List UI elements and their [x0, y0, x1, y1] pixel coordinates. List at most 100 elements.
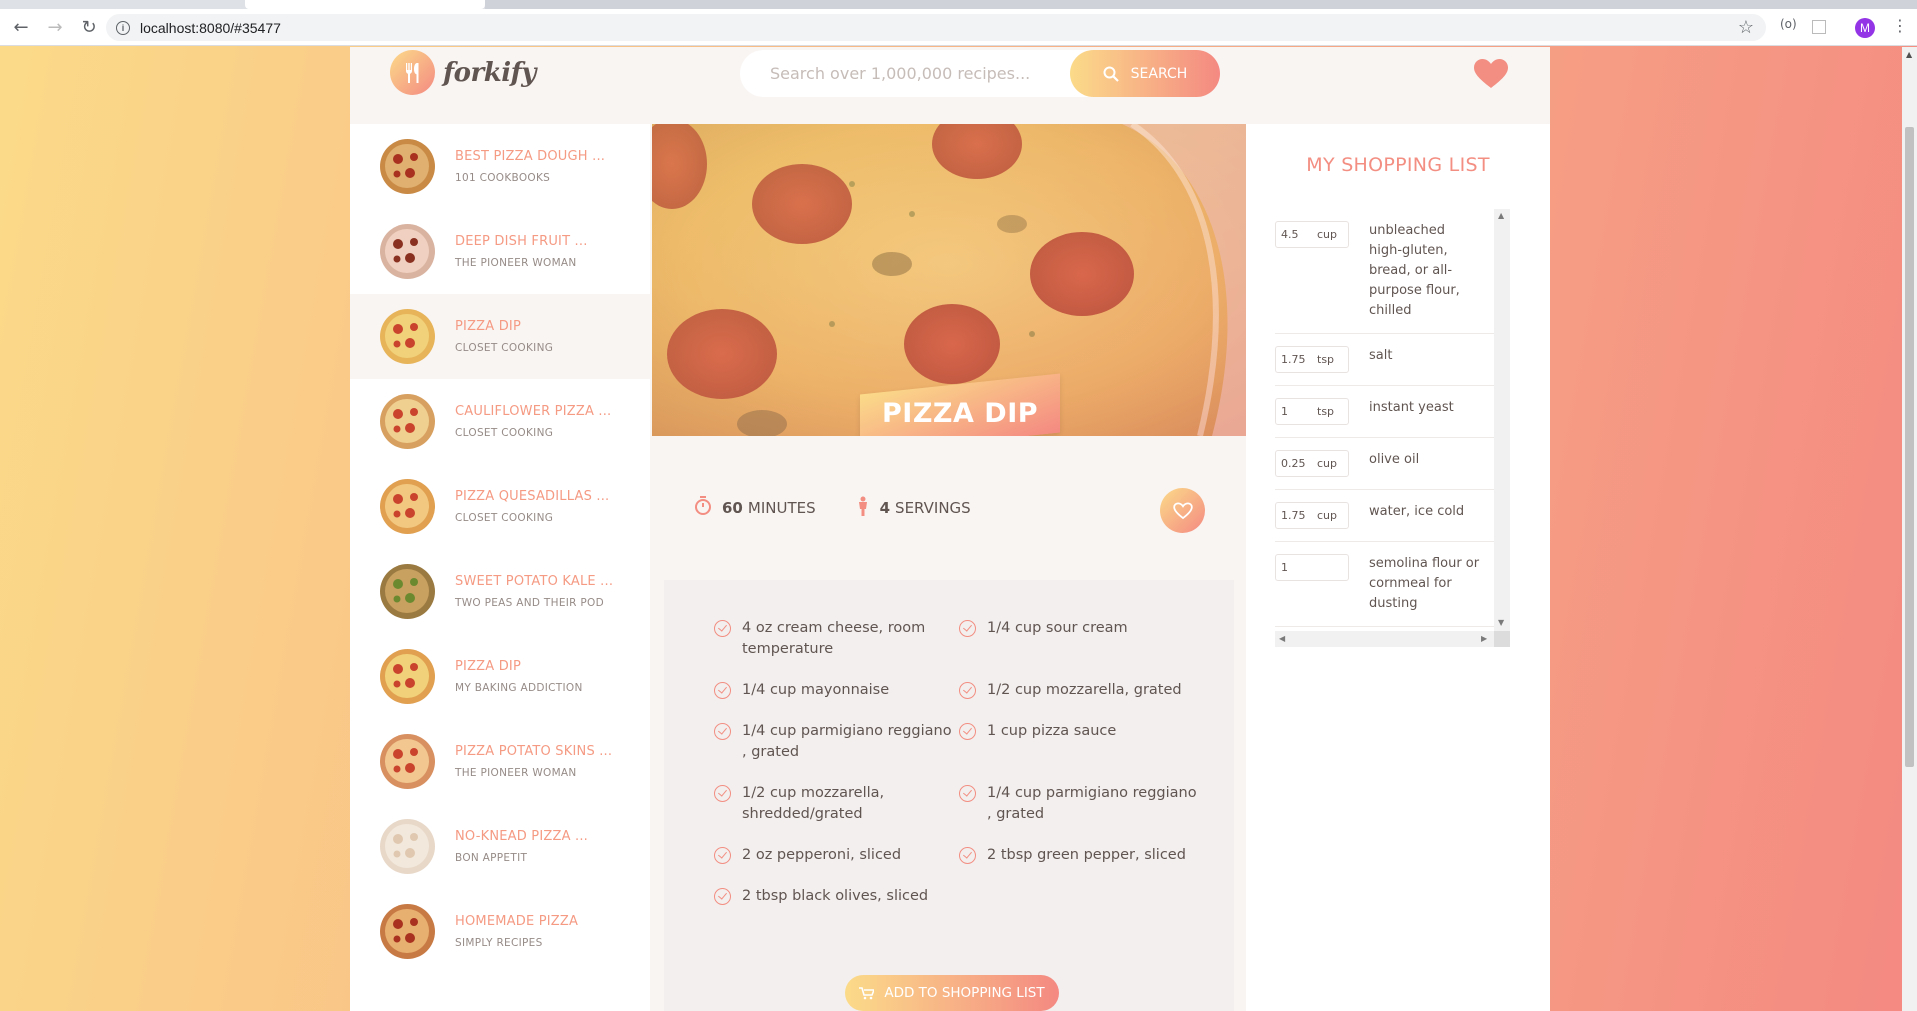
back-icon[interactable]: ←	[8, 14, 34, 40]
ingredient-text: 1/2 cup mozzarella, grated	[987, 682, 1182, 698]
page-scrollbar[interactable]: ▲	[1902, 47, 1917, 1011]
result-item[interactable]: PIZZA DIP MY BAKING ADDICTION	[350, 634, 650, 719]
result-item[interactable]: PIZZA QUESADILLAS ... CLOSET COOKING	[350, 464, 650, 549]
check-icon	[714, 847, 731, 864]
shopping-item-count[interactable]: 0.25 cup	[1275, 450, 1349, 477]
shopping-item-count-value: 1.75	[1281, 353, 1306, 366]
result-item[interactable]: BEST PIZZA DOUGH ... 101 COOKBOOKS	[350, 124, 650, 209]
logo[interactable]: forkify	[390, 50, 536, 95]
shopping-item-count[interactable]: 1.75 cup	[1275, 502, 1349, 529]
ingredient-text: 1/4 cup sour cream	[987, 620, 1128, 636]
result-item[interactable]: SWEET POTATO KALE ... TWO PEAS AND THEIR…	[350, 549, 650, 634]
scroll-up-icon[interactable]: ▲	[1906, 50, 1912, 59]
shopping-item-count[interactable]: 1	[1275, 554, 1349, 581]
shopping-list-title: MY SHOPPING LIST	[1306, 154, 1490, 176]
result-author: TWO PEAS AND THEIR POD	[455, 597, 604, 609]
shopping-horizontal-scrollbar[interactable]: ◀ ▶	[1275, 631, 1494, 647]
result-title: PIZZA POTATO SKINS ...	[455, 744, 613, 759]
shopping-item-description: water, ice cold	[1369, 504, 1465, 519]
recipe-like-button[interactable]	[1160, 488, 1205, 533]
recipe-panel: PIZZA DIP 60 MINUTES 4 SERVINGS 4 oz cre…	[652, 124, 1246, 1011]
check-icon	[959, 723, 976, 740]
extension-icon[interactable]: (o)	[1780, 17, 1797, 31]
shopping-item-count-value: 1	[1281, 405, 1288, 418]
shopping-list-scroll[interactable]: 4.5 cup unbleached high-gluten, bread, o…	[1275, 209, 1510, 649]
result-title: PIZZA DIP	[455, 659, 521, 674]
extension-box-icon[interactable]	[1812, 20, 1826, 34]
search-button[interactable]: SEARCH	[1070, 50, 1220, 97]
result-title: DEEP DISH FRUIT ...	[455, 234, 588, 249]
browser-tab-inactive[interactable]	[485, 0, 1917, 9]
shopping-item-description: semolina flour or cornmeal for dusting	[1369, 556, 1480, 611]
page-scroll-thumb[interactable]	[1905, 127, 1914, 767]
add-to-shopping-list-label: ADD TO SHOPPING LIST	[884, 985, 1045, 1001]
ingredient-text: 4 oz cream cheese, room temperature	[742, 620, 926, 657]
result-author: BON APPETIT	[455, 852, 528, 864]
ingredient-text: 1/4 cup parmigiano reggiano , grated	[987, 785, 1197, 822]
shopping-item: 1.75 cup water, ice cold	[1275, 490, 1494, 542]
site-info-icon[interactable]: i	[116, 20, 130, 35]
result-thumbnail	[380, 904, 435, 959]
shopping-vertical-scrollbar[interactable]: ▲ ▼	[1494, 209, 1510, 631]
result-title: CAULIFLOWER PIZZA ...	[455, 404, 612, 419]
result-text: SWEET POTATO KALE ... TWO PEAS AND THEIR…	[455, 574, 613, 609]
result-author: MY BAKING ADDICTION	[455, 682, 583, 694]
shopping-item-count[interactable]: 1 tsp	[1275, 398, 1349, 425]
forward-icon[interactable]: →	[42, 14, 68, 40]
result-item[interactable]: PIZZA DIP CLOSET COOKING	[350, 294, 650, 379]
shopping-list: 4.5 cup unbleached high-gluten, bread, o…	[1275, 209, 1494, 627]
shopping-item: 0.25 cup olive oil	[1275, 438, 1494, 490]
recipe-details: 60 MINUTES 4 SERVINGS	[664, 436, 1234, 580]
shopping-item-description: salt	[1369, 348, 1393, 363]
recipe-servings-label: SERVINGS	[895, 499, 971, 517]
search-input[interactable]	[740, 64, 1070, 83]
result-author: CLOSET COOKING	[455, 342, 554, 354]
result-title: PIZZA DIP	[455, 319, 521, 334]
person-icon	[856, 496, 870, 521]
result-title: SWEET POTATO KALE ...	[455, 574, 614, 589]
reload-icon[interactable]: ↻	[76, 14, 102, 40]
result-item[interactable]: NO-KNEAD PIZZA ... BON APPETIT	[350, 804, 650, 889]
result-item[interactable]: PIZZA POTATO SKINS ... THE PIONEER WOMAN	[350, 719, 650, 804]
shopping-vertical-thumb[interactable]	[1497, 225, 1507, 613]
ingredient-item: 2 oz pepperoni, sliced	[714, 845, 959, 866]
result-item[interactable]: HOMEMADE PIZZA SIMPLY RECIPES	[350, 889, 650, 974]
fork-knife-icon	[390, 50, 435, 95]
result-thumbnail	[380, 649, 435, 704]
result-text: BEST PIZZA DOUGH ... 101 COOKBOOKS	[455, 149, 605, 184]
recipe-minutes-label: MINUTES	[747, 499, 816, 517]
search-button-label: SEARCH	[1130, 65, 1188, 82]
result-item[interactable]: DEEP DISH FRUIT ... THE PIONEER WOMAN	[350, 209, 650, 294]
shopping-item-count-value: 1.75	[1281, 509, 1306, 522]
shopping-item-description: instant yeast	[1369, 400, 1454, 415]
ingredient-item: 1/4 cup sour cream	[959, 618, 1204, 660]
scroll-down-arrow-icon[interactable]: ▼	[1498, 618, 1504, 627]
bookmark-star-icon[interactable]: ☆	[1738, 17, 1754, 38]
shopping-item-count-value: 0.25	[1281, 457, 1306, 470]
ingredient-item: 2 tbsp green pepper, sliced	[959, 845, 1204, 866]
browser-menu-icon[interactable]: ⋮	[1892, 16, 1908, 35]
browser-tab-active[interactable]	[245, 0, 485, 9]
result-item[interactable]: CAULIFLOWER PIZZA ... CLOSET COOKING	[350, 379, 650, 464]
scroll-up-arrow-icon[interactable]: ▲	[1498, 211, 1504, 220]
ingredient-item: 1/2 cup mozzarella, grated	[959, 680, 1204, 701]
stopwatch-icon	[694, 495, 712, 521]
result-text: PIZZA POTATO SKINS ... THE PIONEER WOMAN	[455, 744, 612, 779]
ingredient-item: 1/4 cup mayonnaise	[714, 680, 959, 701]
result-thumbnail	[380, 224, 435, 279]
profile-avatar[interactable]: M	[1855, 18, 1875, 38]
ingredient-text: 1 cup pizza sauce	[987, 723, 1117, 739]
scroll-left-arrow-icon[interactable]: ◀	[1279, 634, 1285, 643]
address-bar[interactable]: i localhost:8080/#35477 ☆	[106, 14, 1766, 41]
shopping-item-count[interactable]: 4.5 cup	[1275, 221, 1349, 248]
check-icon	[714, 888, 731, 905]
shopping-item-count[interactable]: 1.75 tsp	[1275, 346, 1349, 373]
check-icon	[959, 682, 976, 699]
shopping-item-unit: cup	[1317, 228, 1338, 241]
ingredient-text: 1/4 cup mayonnaise	[742, 682, 890, 698]
result-text: PIZZA DIP CLOSET COOKING	[455, 319, 553, 354]
add-to-shopping-list-button[interactable]: ADD TO SHOPPING LIST	[845, 975, 1059, 1011]
search-icon	[1103, 66, 1119, 82]
likes-heart-icon[interactable]	[1474, 59, 1508, 89]
scroll-right-arrow-icon[interactable]: ▶	[1481, 634, 1487, 643]
